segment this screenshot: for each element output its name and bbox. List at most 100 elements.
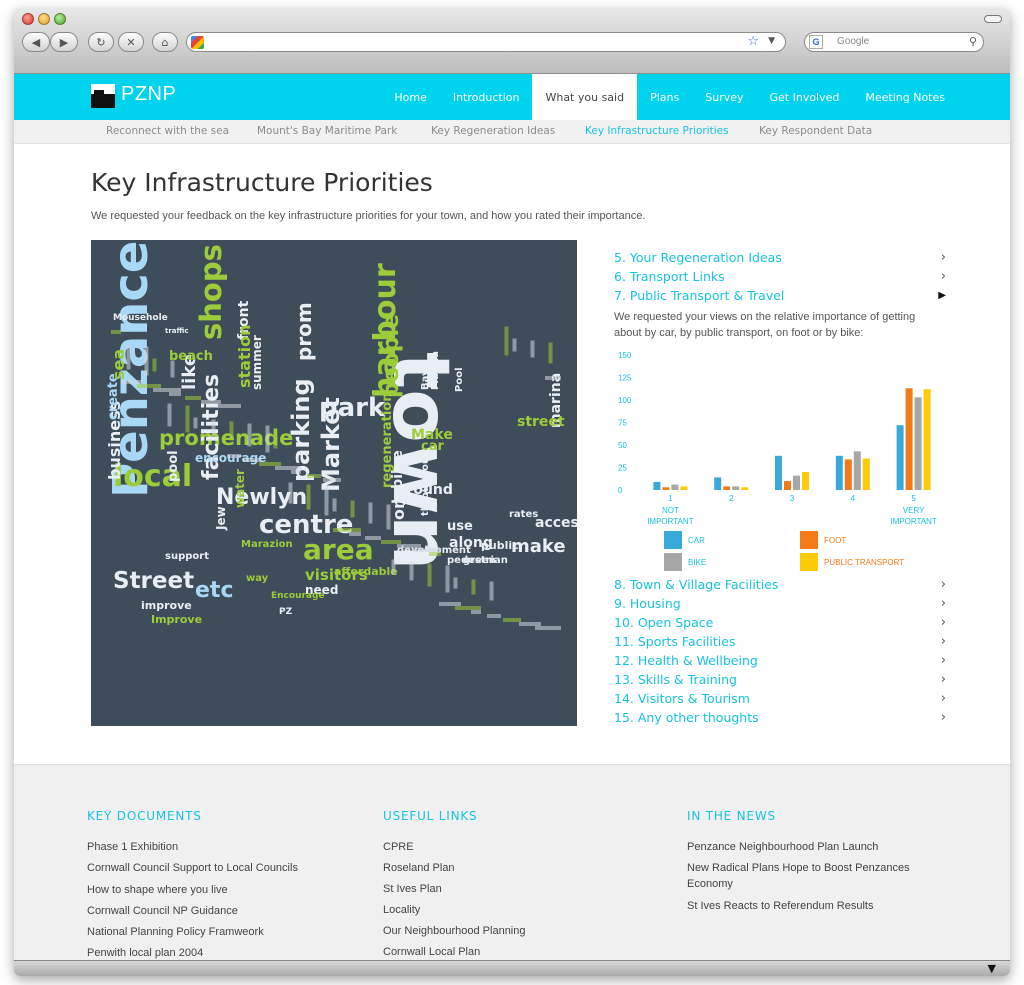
magnifier-icon[interactable]: ⚲ — [969, 35, 977, 48]
word-cloud-filler — [265, 425, 270, 453]
expanded-arrow-icon: ▶ — [938, 290, 946, 301]
x-tick-label: 3 — [790, 494, 795, 503]
subnav-item-key-respondent-data[interactable]: Key Respondent Data — [759, 125, 872, 137]
address-bar[interactable]: ☆ ▼ — [186, 32, 786, 52]
footer-link[interactable]: Cornwall Council Support to Local Counci… — [87, 860, 357, 876]
word-cloud-filler — [306, 484, 311, 510]
search-placeholder: Google — [837, 36, 870, 47]
accordion-item-label: 13. Skills & Training — [614, 672, 737, 687]
footer-link[interactable]: Cornwall Council NP Guidance — [87, 901, 357, 922]
toolbar-toggle-button[interactable] — [984, 15, 1002, 23]
main-nav: Home Introduction What you said Plans Survey… — [381, 74, 958, 120]
word-cloud-filler — [365, 536, 381, 540]
nav-item-survey[interactable]: Survey — [692, 74, 756, 120]
footer-link[interactable]: Penwith local plan 2004 — [87, 943, 357, 960]
subnav-item-reconnect-with-the-sea[interactable]: Reconnect with the sea — [106, 125, 229, 137]
footer-link[interactable]: How to shape where you live — [87, 880, 357, 901]
nav-item-plans[interactable]: Plans — [637, 74, 692, 120]
web-page: PZNP Home Introduction What you said Plans S… — [14, 74, 1010, 960]
accordion-item-label: 7. Public Transport & Travel — [614, 288, 785, 303]
word-cloud-word: make — [511, 536, 566, 557]
bar-public-transport — [741, 487, 749, 490]
word-cloud-filler — [275, 466, 301, 470]
word-cloud-word: park — [319, 393, 386, 423]
word-cloud-filler — [333, 528, 361, 532]
x-sublabel: IMPORTANT — [647, 517, 693, 526]
word-cloud-word: one — [389, 486, 408, 520]
subnav-item-key-infrastructure-priorities[interactable]: Key Infrastructure Priorities — [585, 125, 729, 137]
word-cloud-filler — [323, 478, 341, 482]
x-sublabel: VERY — [903, 506, 925, 515]
bar-car — [775, 455, 782, 490]
footer-link[interactable]: St Ives Plan — [383, 879, 653, 900]
legend-swatch-bike — [664, 553, 682, 571]
accordion-item[interactable]: 12. Health & Wellbeing › — [614, 653, 948, 672]
reload-button[interactable]: ↻ — [88, 32, 114, 52]
address-dropdown-icon[interactable]: ▼ — [768, 36, 775, 46]
accordion-item-label: 8. Town & Village Facilities — [614, 577, 779, 592]
site-logo-text[interactable]: PZNP — [121, 83, 176, 106]
accordion-item-open[interactable]: 7. Public Transport & Travel ▶ — [614, 288, 948, 307]
bar-car — [714, 477, 722, 490]
accordion-item-label: 5. Your Regeneration Ideas — [614, 250, 782, 265]
accordion-item[interactable]: 8. Town & Village Facilities › — [614, 577, 948, 596]
nav-item-home[interactable]: Home — [381, 74, 439, 120]
search-box[interactable]: G Google ⚲ — [804, 32, 984, 52]
footer-link[interactable]: CPRE — [383, 837, 653, 858]
back-button[interactable]: ◀ — [22, 32, 50, 52]
home-button[interactable]: ⌂ — [152, 32, 178, 52]
word-cloud-filler — [349, 532, 361, 536]
home-icon: ⌂ — [161, 35, 169, 49]
nav-item-what-you-said[interactable]: What you said — [532, 74, 638, 120]
stop-button[interactable]: ✕ — [118, 32, 144, 52]
site-logo-icon[interactable] — [91, 84, 115, 108]
accordion-item[interactable]: 13. Skills & Training › — [614, 672, 948, 691]
footer-link[interactable]: Cornwall Local Plan — [383, 942, 653, 960]
accordion-item[interactable]: 10. Open Space › — [614, 615, 948, 634]
y-tick-label: 125 — [618, 374, 632, 383]
subnav-item-mount-s-bay-maritime-park[interactable]: Mount's Bay Maritime Park — [257, 125, 397, 137]
word-cloud-filler — [324, 486, 329, 516]
accordion-list: 5. Your Regeneration Ideas › 6. Transport … — [614, 250, 948, 729]
bookmark-star-icon[interactable]: ☆ — [747, 34, 759, 49]
nav-item-get-involved[interactable]: Get Involved — [757, 74, 853, 120]
word-cloud-filler — [144, 346, 149, 376]
bar-public-transport — [862, 458, 870, 490]
forward-button[interactable]: ▶ — [50, 32, 78, 52]
x-tick-label: 5 — [911, 494, 916, 503]
word-cloud-word: pool — [166, 450, 181, 482]
word-cloud-filler — [429, 552, 441, 556]
footer-link[interactable]: Roseland Plan — [383, 858, 653, 879]
window-zoom-button[interactable] — [54, 13, 66, 25]
chevron-right-icon: › — [940, 250, 946, 265]
word-cloud-filler — [229, 421, 234, 441]
google-engine-icon[interactable]: G — [809, 35, 823, 49]
scroll-down-icon[interactable]: ▼ — [988, 962, 996, 975]
footer-link[interactable]: Locality — [383, 900, 653, 921]
word-cloud-filler — [185, 396, 201, 400]
footer-link[interactable]: National Planning Policy Framweork — [87, 922, 357, 943]
accordion-item[interactable]: 5. Your Regeneration Ideas › — [614, 250, 948, 269]
window-close-button[interactable] — [22, 13, 34, 25]
window-minimize-button[interactable] — [38, 13, 50, 25]
site-footer: KEY DOCUMENTS Phase 1 Exhibition Cornwall … — [14, 764, 1010, 960]
accordion-item[interactable]: 14. Visitors & Tourism › — [614, 691, 948, 710]
accordion-item-text: We requested your views on the relative … — [614, 311, 916, 339]
footer-link[interactable]: Our Neighbourhood Planning — [383, 921, 653, 942]
accordion-item[interactable]: 6. Transport Links › — [614, 269, 948, 288]
accordion-item[interactable]: 11. Sports Facilities › — [614, 634, 948, 653]
nav-item-introduction[interactable]: Introduction — [440, 74, 533, 120]
footer-link[interactable]: New Radical Plans Hope to Boost Penzance… — [687, 860, 927, 892]
footer-heading: IN THE NEWS — [687, 809, 776, 823]
footer-link[interactable]: St Ives Reacts to Referendum Results — [687, 896, 927, 917]
accordion-item[interactable]: 15. Any other thoughts › — [614, 710, 948, 729]
word-cloud-word: throughout — [420, 452, 431, 516]
bar-bike — [793, 475, 800, 490]
legend-swatch-foot — [800, 531, 818, 549]
subnav-item-key-regeneration-ideas[interactable]: Key Regeneration Ideas — [431, 125, 555, 137]
nav-item-meeting-notes[interactable]: Meeting Notes — [852, 74, 958, 120]
footer-link[interactable]: Penzance Neighbourhood Plan Launch — [687, 837, 927, 858]
status-bar: ▼ — [14, 960, 1010, 976]
accordion-item[interactable]: 9. Housing › — [614, 596, 948, 615]
footer-link[interactable]: Phase 1 Exhibition — [87, 837, 357, 858]
